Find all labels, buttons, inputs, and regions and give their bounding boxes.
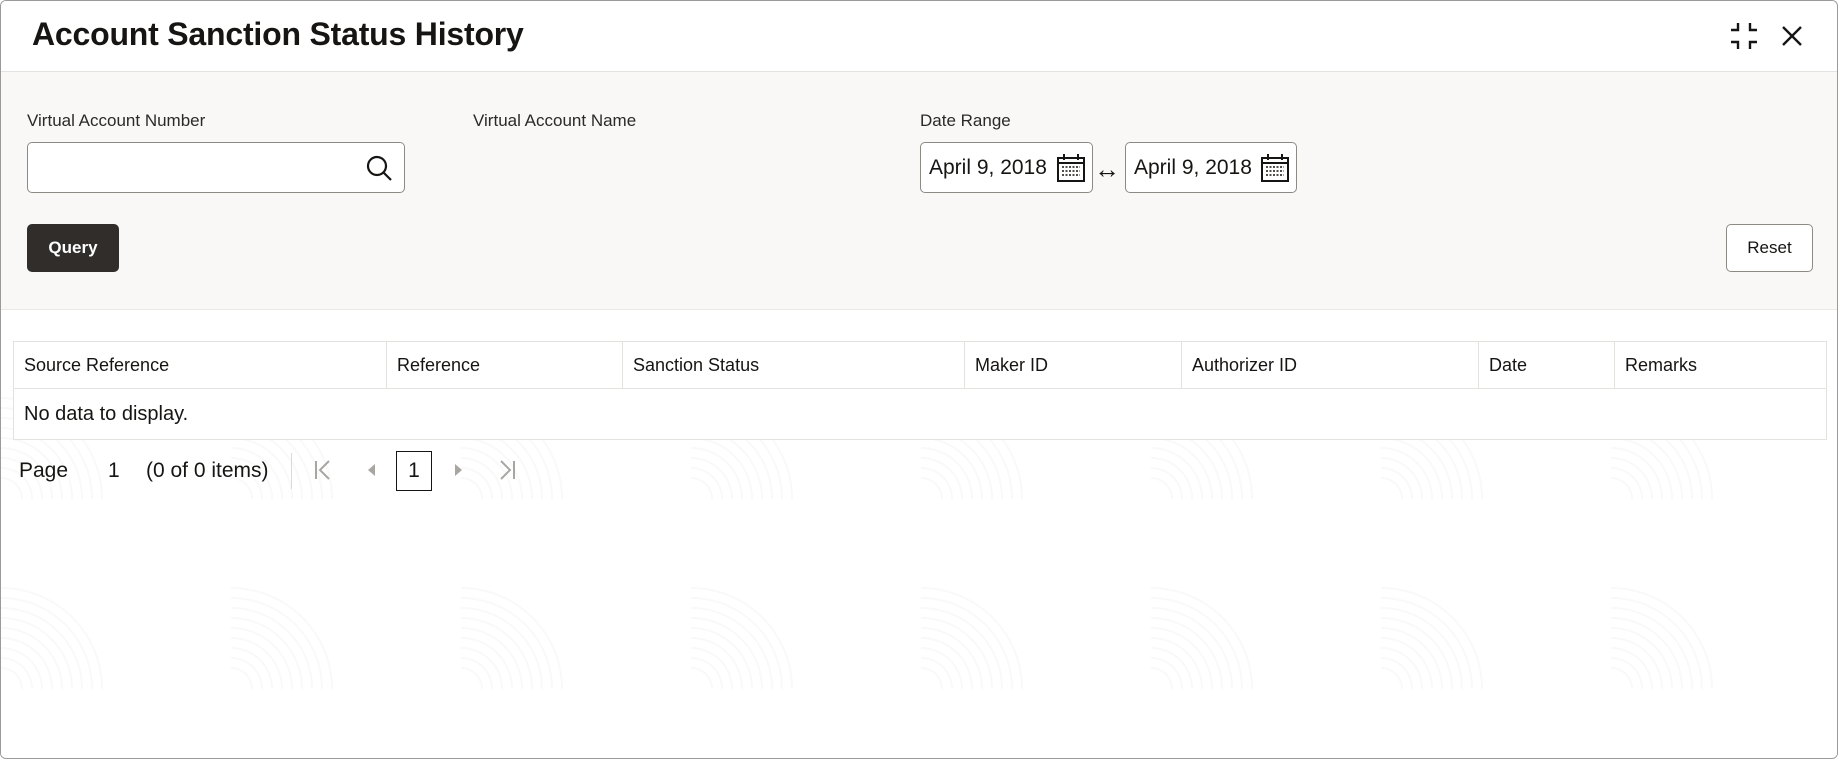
column-header-sanction-status[interactable]: Sanction Status bbox=[623, 342, 965, 388]
calendar-icon[interactable] bbox=[1260, 153, 1290, 183]
search-icon[interactable] bbox=[364, 153, 394, 183]
date-to-field[interactable]: April 9, 2018 bbox=[1125, 142, 1297, 193]
column-header-reference[interactable]: Reference bbox=[387, 342, 623, 388]
column-header-remarks[interactable]: Remarks bbox=[1615, 342, 1826, 388]
empty-table-message: No data to display. bbox=[24, 402, 189, 425]
sanction-status-table: Source Reference Reference Sanction Stat… bbox=[13, 341, 1827, 440]
compress-icon[interactable] bbox=[1727, 19, 1761, 53]
page-label: Page bbox=[19, 459, 69, 482]
previous-page-icon[interactable] bbox=[359, 457, 385, 483]
next-page-icon[interactable] bbox=[445, 457, 471, 483]
date-to-value: April 9, 2018 bbox=[1134, 156, 1252, 179]
reset-button[interactable]: Reset bbox=[1726, 224, 1813, 272]
close-icon[interactable] bbox=[1775, 19, 1809, 53]
calendar-icon[interactable] bbox=[1056, 153, 1086, 183]
pagination-divider bbox=[291, 453, 292, 489]
window-header: Account Sanction Status History bbox=[1, 1, 1837, 72]
filter-panel: Virtual Account Number Virtual Account N… bbox=[1, 72, 1837, 310]
page-value: 1 bbox=[108, 459, 120, 482]
last-page-icon[interactable] bbox=[493, 457, 519, 483]
first-page-icon[interactable] bbox=[311, 457, 337, 483]
date-from-value: April 9, 2018 bbox=[929, 156, 1047, 179]
column-header-source-reference[interactable]: Source Reference bbox=[14, 342, 387, 388]
current-page-button[interactable]: 1 bbox=[396, 451, 432, 491]
date-range-separator-icon: ↔ bbox=[1094, 154, 1120, 184]
virtual-account-number-label: Virtual Account Number bbox=[27, 111, 206, 130]
pagination: Page 1 (0 of 0 items) 1 bbox=[1, 451, 601, 491]
date-from-field[interactable]: April 9, 2018 bbox=[920, 142, 1093, 193]
column-header-authorizer-id[interactable]: Authorizer ID bbox=[1182, 342, 1479, 388]
date-range-label: Date Range bbox=[920, 111, 1011, 130]
virtual-account-name-label: Virtual Account Name bbox=[473, 111, 637, 130]
table-header: Source Reference Reference Sanction Stat… bbox=[14, 342, 1826, 389]
virtual-account-number-input[interactable] bbox=[36, 143, 360, 194]
account-sanction-status-history-window: Account Sanction Status History Virtual … bbox=[0, 0, 1838, 759]
column-header-maker-id[interactable]: Maker ID bbox=[965, 342, 1182, 388]
page-title: Account Sanction Status History bbox=[32, 16, 524, 52]
items-summary: (0 of 0 items) bbox=[146, 459, 269, 482]
virtual-account-number-field[interactable] bbox=[27, 142, 405, 194]
column-header-date[interactable]: Date bbox=[1479, 342, 1615, 388]
query-button[interactable]: Query bbox=[27, 224, 119, 272]
